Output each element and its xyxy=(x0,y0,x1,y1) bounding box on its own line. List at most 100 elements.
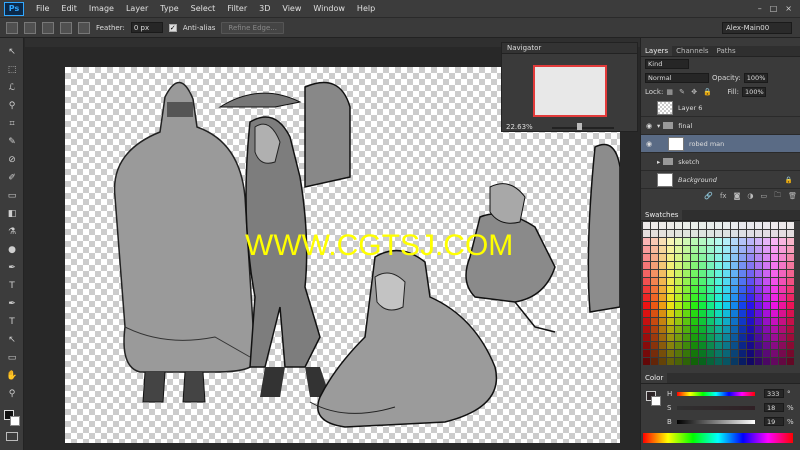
swatch-cell[interactable] xyxy=(667,318,674,325)
swatch-cell[interactable] xyxy=(771,302,778,309)
swatch-cell[interactable] xyxy=(643,262,650,269)
swatch-cell[interactable] xyxy=(771,222,778,229)
swatch-cell[interactable] xyxy=(715,326,722,333)
swatch-cell[interactable] xyxy=(691,334,698,341)
menu-image[interactable]: Image xyxy=(83,4,120,13)
swatch-cell[interactable] xyxy=(643,294,650,301)
swatch-cell[interactable] xyxy=(779,246,786,253)
swatch-cell[interactable] xyxy=(683,358,690,365)
eraser-tool-icon[interactable]: ⚗ xyxy=(6,226,18,238)
swatch-cell[interactable] xyxy=(771,270,778,277)
swatch-cell[interactable] xyxy=(699,278,706,285)
swatch-cell[interactable] xyxy=(715,254,722,261)
new-selection-icon[interactable] xyxy=(24,21,36,34)
swatch-cell[interactable] xyxy=(723,326,730,333)
swatch-cell[interactable] xyxy=(651,270,658,277)
swatch-cell[interactable] xyxy=(683,326,690,333)
menu-type[interactable]: Type xyxy=(154,4,184,13)
swatch-cell[interactable] xyxy=(667,262,674,269)
swatch-cell[interactable] xyxy=(651,302,658,309)
swatch-cell[interactable] xyxy=(643,334,650,341)
swatch-cell[interactable] xyxy=(787,294,794,301)
tab-swatches[interactable]: Swatches xyxy=(641,210,683,220)
swatch-cell[interactable] xyxy=(675,326,682,333)
swatch-cell[interactable] xyxy=(691,238,698,245)
swatch-cell[interactable] xyxy=(731,254,738,261)
swatch-cell[interactable] xyxy=(747,318,754,325)
swatch-cell[interactable] xyxy=(667,246,674,253)
pen-tool-icon[interactable]: ✒ xyxy=(6,298,18,310)
swatch-cell[interactable] xyxy=(771,294,778,301)
stamp-tool-icon[interactable]: ▭ xyxy=(6,190,18,202)
swatch-cell[interactable] xyxy=(723,286,730,293)
menu-layer[interactable]: Layer xyxy=(120,4,154,13)
swatch-cell[interactable] xyxy=(787,334,794,341)
swatch-cell[interactable] xyxy=(675,350,682,357)
swatch-cell[interactable] xyxy=(659,238,666,245)
swatch-cell[interactable] xyxy=(771,286,778,293)
swatch-cell[interactable] xyxy=(659,286,666,293)
swatch-cell[interactable] xyxy=(747,270,754,277)
swatch-cell[interactable] xyxy=(771,238,778,245)
swatch-cell[interactable] xyxy=(731,358,738,365)
swatch-cell[interactable] xyxy=(747,342,754,349)
swatch-cell[interactable] xyxy=(675,246,682,253)
swatch-cell[interactable] xyxy=(659,310,666,317)
swatch-cell[interactable] xyxy=(643,230,650,237)
swatch-cell[interactable] xyxy=(643,246,650,253)
swatch-cell[interactable] xyxy=(707,318,714,325)
adjustment-layer-icon[interactable]: ◑ xyxy=(747,192,753,200)
swatch-cell[interactable] xyxy=(755,318,762,325)
swatch-cell[interactable] xyxy=(739,318,746,325)
swatch-cell[interactable] xyxy=(691,318,698,325)
shape-tool-icon[interactable]: ▭ xyxy=(6,352,18,364)
swatch-cell[interactable] xyxy=(651,238,658,245)
swatch-cell[interactable] xyxy=(747,262,754,269)
layer-row[interactable]: Background 🔒 xyxy=(641,171,800,189)
swatch-cell[interactable] xyxy=(747,326,754,333)
swatch-cell[interactable] xyxy=(651,278,658,285)
swatch-cell[interactable] xyxy=(691,246,698,253)
swatch-cell[interactable] xyxy=(691,230,698,237)
swatch-cell[interactable] xyxy=(731,310,738,317)
swatch-cell[interactable] xyxy=(779,278,786,285)
swatch-cell[interactable] xyxy=(779,254,786,261)
swatch-cell[interactable] xyxy=(667,342,674,349)
swatch-cell[interactable] xyxy=(691,350,698,357)
swatch-cell[interactable] xyxy=(643,238,650,245)
swatch-cell[interactable] xyxy=(659,294,666,301)
hue-value[interactable]: 333 xyxy=(764,389,784,398)
swatch-cell[interactable] xyxy=(755,286,762,293)
swatch-cell[interactable] xyxy=(755,254,762,261)
swatch-cell[interactable] xyxy=(771,310,778,317)
swatch-cell[interactable] xyxy=(659,358,666,365)
swatch-cell[interactable] xyxy=(771,230,778,237)
swatch-cell[interactable] xyxy=(683,278,690,285)
swatch-cell[interactable] xyxy=(651,254,658,261)
fill-input[interactable]: 100% xyxy=(742,87,767,97)
swatch-cell[interactable] xyxy=(771,342,778,349)
swatch-cell[interactable] xyxy=(731,230,738,237)
swatch-cell[interactable] xyxy=(707,334,714,341)
brightness-slider[interactable] xyxy=(677,420,755,424)
swatch-cell[interactable] xyxy=(739,222,746,229)
swatch-cell[interactable] xyxy=(747,302,754,309)
swatch-cell[interactable] xyxy=(699,302,706,309)
swatch-cell[interactable] xyxy=(683,302,690,309)
minimize-button[interactable]: – xyxy=(758,4,762,13)
swatch-cell[interactable] xyxy=(707,326,714,333)
background-color-swatch[interactable] xyxy=(10,416,20,426)
quick-mask-icon[interactable] xyxy=(6,432,18,441)
swatch-cell[interactable] xyxy=(715,230,722,237)
swatch-cell[interactable] xyxy=(755,310,762,317)
swatch-cell[interactable] xyxy=(739,262,746,269)
eyedropper-tool-icon[interactable]: ✎ xyxy=(6,136,18,148)
swatch-cell[interactable] xyxy=(763,230,770,237)
swatch-cell[interactable] xyxy=(707,254,714,261)
swatch-cell[interactable] xyxy=(691,358,698,365)
maximize-button[interactable]: □ xyxy=(770,4,778,13)
menu-filter[interactable]: Filter xyxy=(221,4,253,13)
close-button[interactable]: × xyxy=(785,4,792,13)
swatch-cell[interactable] xyxy=(643,302,650,309)
workspace-select[interactable]: Alex-Main00 xyxy=(722,21,792,34)
